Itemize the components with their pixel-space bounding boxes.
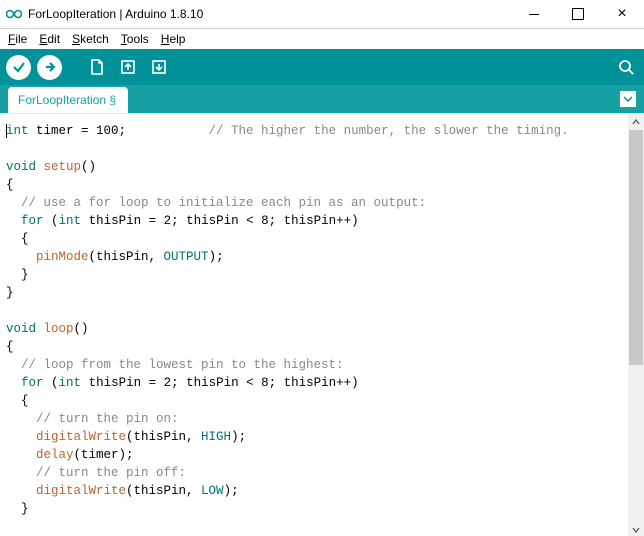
maximize-button[interactable]: [556, 0, 600, 28]
window-title: ForLoopIteration | Arduino 1.8.10: [28, 7, 512, 21]
menu-tools[interactable]: Tools: [117, 31, 153, 47]
check-icon: [12, 60, 26, 74]
tab-forloopiteration[interactable]: ForLoopIteration §: [8, 87, 128, 113]
arduino-logo-icon: [6, 6, 22, 22]
new-sketch-button[interactable]: [84, 55, 109, 80]
menu-sketch[interactable]: Sketch: [68, 31, 113, 47]
scroll-up-button[interactable]: [628, 114, 644, 130]
verify-button[interactable]: [6, 55, 31, 80]
open-sketch-button[interactable]: [115, 55, 140, 80]
tab-label: ForLoopIteration §: [18, 93, 116, 107]
window-controls: ×: [512, 0, 644, 28]
code-editor[interactable]: int timer = 100; // The higher the numbe…: [0, 113, 644, 536]
scroll-down-button[interactable]: [628, 522, 644, 536]
arrow-right-icon: [43, 60, 57, 74]
upload-button[interactable]: [37, 55, 62, 80]
scroll-thumb[interactable]: [629, 130, 643, 365]
scroll-track[interactable]: [628, 130, 644, 522]
serial-monitor-icon: [616, 57, 636, 77]
menu-file[interactable]: File: [4, 31, 31, 47]
vertical-scrollbar[interactable]: [628, 114, 644, 536]
serial-monitor-button[interactable]: [613, 55, 638, 80]
menu-help[interactable]: Help: [157, 31, 190, 47]
chevron-down-icon: [623, 94, 633, 104]
arrow-up-icon: [118, 57, 138, 77]
arrow-down-icon: [149, 57, 169, 77]
save-sketch-button[interactable]: [146, 55, 171, 80]
menu-bar: File Edit Sketch Tools Help: [0, 29, 644, 49]
file-icon: [87, 57, 107, 77]
title-bar: ForLoopIteration | Arduino 1.8.10 ×: [0, 0, 644, 29]
chevron-up-icon: [632, 118, 640, 126]
chevron-down-icon: [632, 526, 640, 534]
toolbar: [0, 49, 644, 85]
tab-menu-button[interactable]: [620, 91, 636, 107]
tab-bar: ForLoopIteration §: [0, 85, 644, 113]
close-button[interactable]: ×: [600, 0, 644, 28]
code-content[interactable]: int timer = 100; // The higher the numbe…: [0, 114, 644, 536]
minimize-button[interactable]: [512, 0, 556, 28]
menu-edit[interactable]: Edit: [35, 31, 64, 47]
